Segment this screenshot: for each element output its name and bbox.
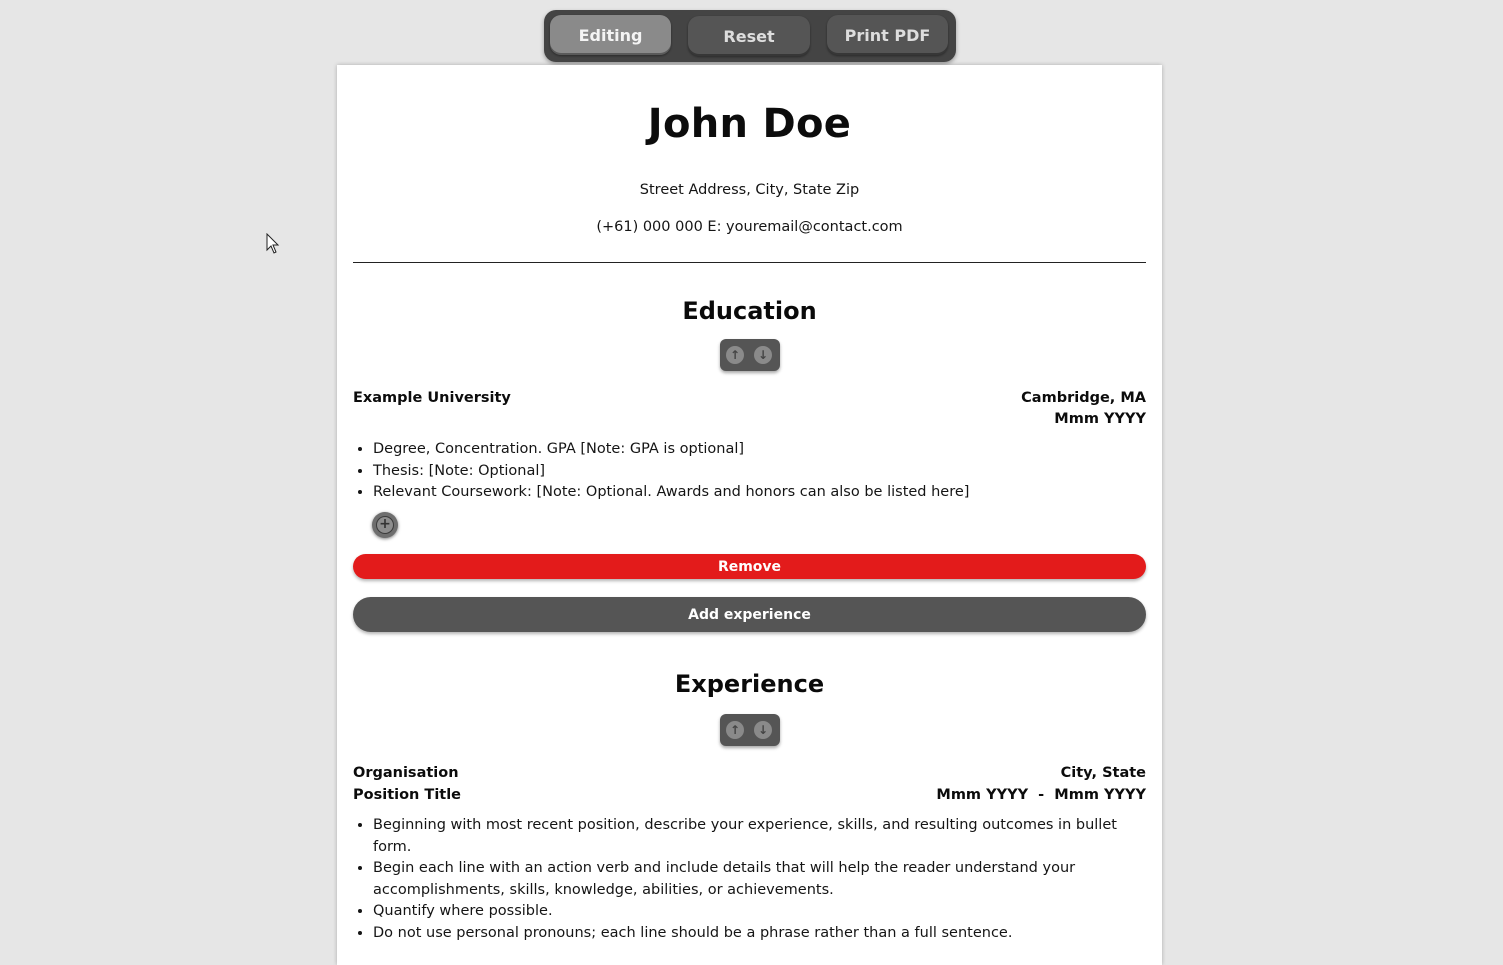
list-item[interactable]: Begin each line with an action verb and … (373, 858, 1133, 901)
experience-reorder-controls: ↑ ↓ (720, 714, 780, 746)
education-location[interactable]: Cambridge, MA (1021, 390, 1146, 406)
education-institution[interactable]: Example University (353, 390, 511, 406)
add-bullet-button[interactable]: + (372, 512, 398, 538)
list-item[interactable]: Relevant Coursework: [Note: Optional. Aw… (373, 482, 1163, 504)
experience-position[interactable]: Position Title (353, 787, 461, 803)
arrow-down-icon[interactable]: ↓ (754, 346, 772, 364)
plus-icon: + (376, 516, 394, 534)
contact-line[interactable]: (+61) 000 000 E: youremail@contact.com (337, 219, 1162, 235)
experience-title[interactable]: Experience (337, 670, 1162, 698)
editing-button[interactable]: Editing (550, 15, 671, 55)
header-divider (353, 262, 1146, 263)
education-bullets: Degree, Concentration. GPA [Note: GPA is… (353, 439, 1163, 504)
list-item[interactable]: Degree, Concentration. GPA [Note: GPA is… (373, 439, 1163, 461)
list-item[interactable]: Quantify where possible. (373, 901, 1133, 923)
arrow-up-icon[interactable]: ↑ (726, 721, 744, 739)
resume-name[interactable]: John Doe (337, 101, 1162, 147)
list-item[interactable]: Beginning with most recent position, des… (373, 815, 1133, 858)
experience-location[interactable]: City, State (1061, 765, 1146, 781)
arrow-down-icon[interactable]: ↓ (754, 721, 772, 739)
remove-button[interactable]: Remove (353, 554, 1146, 579)
add-experience-button[interactable]: Add experience (353, 597, 1146, 632)
arrow-up-icon[interactable]: ↑ (726, 346, 744, 364)
experience-organisation[interactable]: Organisation (353, 765, 459, 781)
print-pdf-button[interactable]: Print PDF (827, 15, 948, 55)
resume-page: John Doe Street Address, City, State Zip… (337, 65, 1162, 965)
toolbar: Editing Reset Print PDF (544, 10, 956, 62)
address-line[interactable]: Street Address, City, State Zip (337, 182, 1162, 198)
experience-bullets: Beginning with most recent position, des… (353, 815, 1133, 944)
mouse-pointer-icon (266, 233, 280, 254)
experience-dates[interactable]: Mmm YYYY - Mmm YYYY (936, 787, 1146, 803)
reset-button[interactable]: Reset (688, 16, 810, 56)
list-item[interactable]: Do not use personal pronouns; each line … (373, 923, 1133, 945)
list-item[interactable]: Thesis: [Note: Optional] (373, 461, 1163, 483)
education-reorder-controls: ↑ ↓ (720, 339, 780, 371)
education-date[interactable]: Mmm YYYY (1054, 411, 1146, 427)
education-title[interactable]: Education (337, 297, 1162, 325)
